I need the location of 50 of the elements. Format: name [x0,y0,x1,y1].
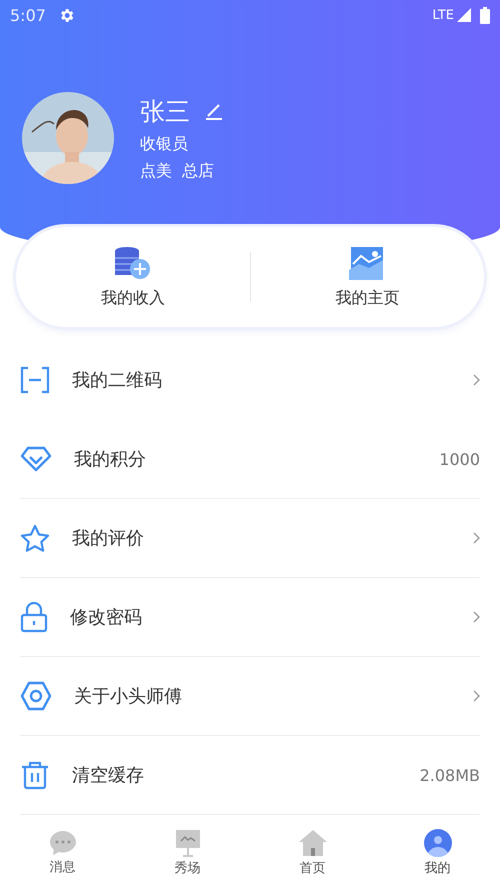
coin-stack-icon [114,246,152,280]
nav-label: 秀场 [174,860,200,877]
menu-row[interactable]: 我的评价 [20,499,480,578]
income-shortcut[interactable]: 我的收入 [16,246,250,308]
menu-label: 关于小头师傅 [74,685,183,708]
nav-tab[interactable]: 首页 [250,829,375,877]
menu-label: 我的积分 [74,448,147,471]
store-name: 点美 总店 [140,160,216,182]
shortcut-label: 我的主页 [335,288,400,308]
home-icon [298,829,328,857]
network-type: LTE [432,8,454,22]
nav-tab[interactable]: 秀场 [125,829,250,877]
nav-label: 我的 [424,860,450,877]
user-avatar-icon [424,829,452,857]
shortcut-label: 我的收入 [100,288,165,308]
chevron-right-icon [473,532,480,544]
landscape-image-icon [349,246,386,280]
signal-icon [456,7,472,23]
nav-tab[interactable]: 消息 [0,830,125,876]
edit-pencil-icon[interactable] [204,101,224,121]
presentation-board-icon [174,829,202,857]
diamond-icon [20,446,52,472]
menu-row[interactable]: 我的积分 1000 [20,420,480,499]
menu-row[interactable]: 清空缓存 2.08MB [20,736,480,815]
trash-icon [20,760,50,790]
user-role: 收银员 [140,134,189,154]
menu-value: 2.08MB [420,766,480,784]
menu-row[interactable]: 关于小头师傅 [20,657,480,736]
hexagon-nut-icon [20,681,52,711]
chevron-right-icon [473,611,480,623]
nav-label: 消息 [50,859,76,876]
lock-icon [20,601,48,633]
nav-tab[interactable]: 我的 [375,829,500,877]
battery-icon [480,6,490,24]
homepage-shortcut[interactable]: 我的主页 [250,246,484,308]
chat-bubble-icon [48,830,76,856]
chevron-right-icon [473,690,480,702]
star-icon [20,524,50,552]
scan-bracket-icon [20,366,50,394]
menu-label: 我的评价 [72,527,145,550]
user-name: 张三 [140,96,190,128]
menu-label: 清空缓存 [72,764,145,787]
chevron-right-icon [473,374,480,386]
menu-value: 1000 [439,450,480,468]
menu-row[interactable]: 我的二维码 [20,341,480,420]
menu-row[interactable]: 修改密码 [20,578,480,657]
menu-label: 我的二维码 [72,369,163,392]
status-time: 5:07 [10,6,46,24]
nav-label: 首页 [300,860,326,877]
menu-label: 修改密码 [70,606,143,629]
